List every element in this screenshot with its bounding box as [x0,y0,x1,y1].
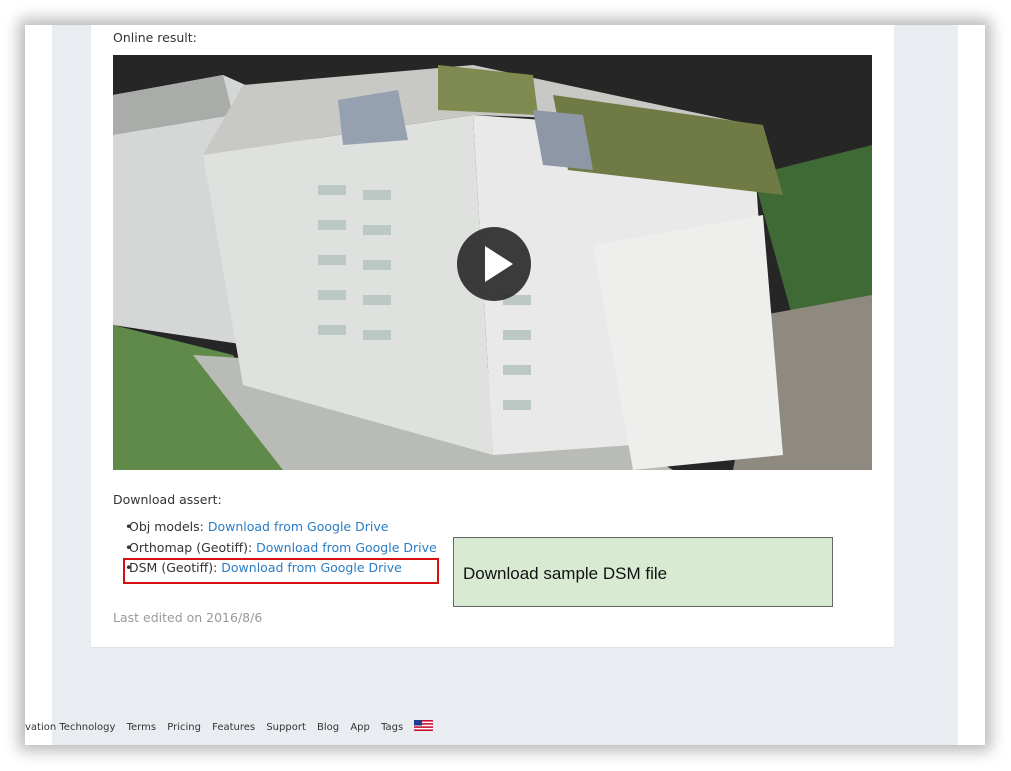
screenshot-frame: Online result: Download assert: • Obj mo… [25,25,985,745]
online-result-label: Online result: [113,30,197,45]
list-item: Orthomap (Geotiff): Download from Google… [125,538,437,559]
asset-name: Orthomap (Geotiff): [129,539,253,555]
asset-name: Obj models: [129,519,204,534]
orthomap-download-link[interactable]: Download from Google Drive [256,540,437,555]
footer-item-blog[interactable]: Blog [317,722,339,733]
footer-nav: vation Technology Terms Pricing Features… [25,720,434,733]
dsm-annotation-note: Download sample DSM file [453,537,833,607]
footer-item-features[interactable]: Features [212,722,255,733]
footer-item-app[interactable]: App [350,722,370,733]
obj-download-link[interactable]: Download from Google Drive [208,519,389,534]
dsm-highlight-box [123,558,439,584]
footer-item-pricing[interactable]: Pricing [167,722,201,733]
footer-item-tags[interactable]: Tags [381,722,403,733]
footer-item-support[interactable]: Support [266,722,306,733]
left-margin [25,25,52,745]
us-flag-icon[interactable] [414,720,434,731]
footer-item-company[interactable]: vation Technology [25,722,115,733]
video-player[interactable] [113,55,872,470]
footer-item-terms[interactable]: Terms [127,722,156,733]
right-margin [958,25,985,745]
play-icon[interactable] [457,227,531,301]
list-item: Obj models: Download from Google Drive [125,517,437,538]
last-edited-text: Last edited on 2016/8/6 [113,610,263,625]
download-assets-label: Download assert: [113,492,222,507]
